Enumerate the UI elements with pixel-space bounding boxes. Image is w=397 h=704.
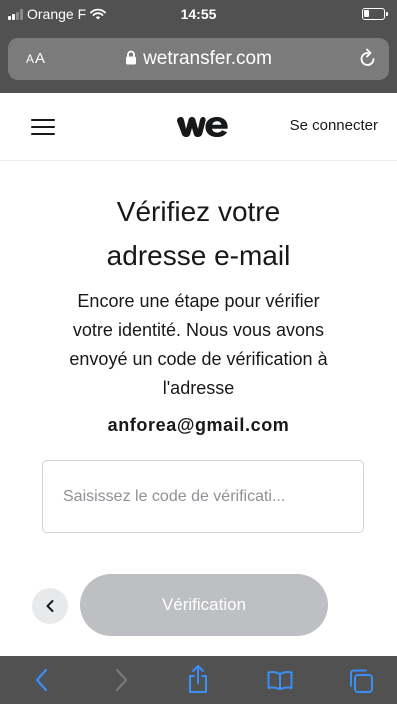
arrow-back-icon[interactable] (34, 668, 50, 692)
status-bar: Orange F 14:55 (0, 0, 397, 30)
url-display[interactable]: wetransfer.com (8, 48, 389, 70)
reload-icon[interactable] (359, 48, 377, 70)
hamburger-icon[interactable] (31, 119, 55, 135)
back-button[interactable] (32, 588, 68, 624)
wetransfer-logo[interactable] (175, 116, 229, 138)
arrow-forward-icon[interactable] (113, 668, 129, 692)
share-icon[interactable] (187, 664, 209, 694)
lock-icon (126, 50, 137, 65)
site-header: Se connecter (0, 93, 397, 161)
browser-top-chrome: Orange F 14:55 AA wetransfer.com (0, 0, 397, 93)
email-address: anforea@gmail.com (107, 415, 290, 435)
status-time: 14:55 (180, 6, 217, 22)
page-title: Vérifiez votre adresse e-mail (106, 196, 291, 271)
verification-code-input[interactable] (42, 460, 364, 533)
chevron-left-icon (46, 600, 54, 612)
verify-button[interactable]: Vérification (80, 574, 328, 636)
browser-bottom-toolbar (0, 656, 397, 704)
verification-description: Encore une étape pour vérifier votre ide… (69, 291, 328, 398)
address-bar[interactable]: AA wetransfer.com (8, 38, 389, 80)
battery-icon (362, 8, 388, 20)
book-icon[interactable] (267, 670, 293, 690)
tabs-icon[interactable] (348, 668, 374, 694)
signin-link[interactable]: Se connecter (290, 117, 378, 134)
url-text: wetransfer.com (143, 48, 272, 69)
